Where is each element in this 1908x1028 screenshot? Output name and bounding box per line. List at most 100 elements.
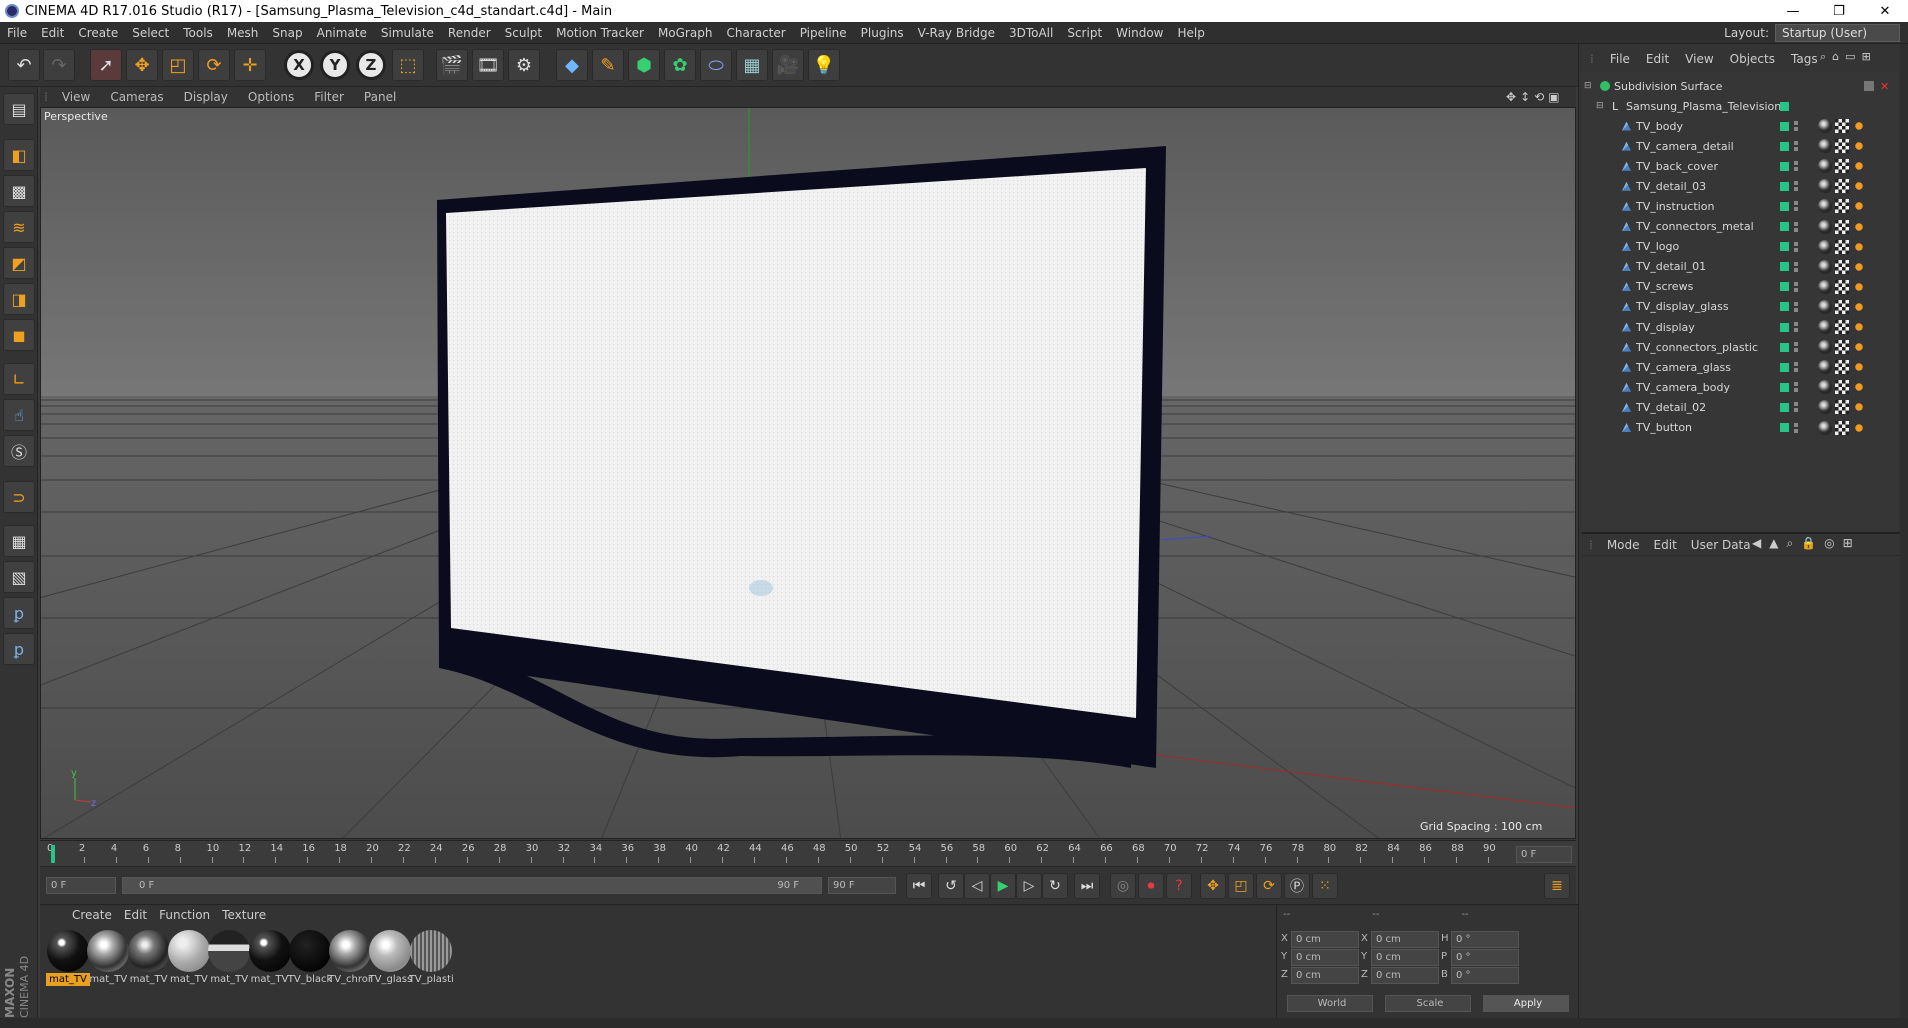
material-swatch[interactable]: mat_TV [86,929,130,987]
menu-plugins[interactable]: Plugins [854,26,911,40]
texture-tag-icon[interactable] [1835,139,1849,154]
coordinate-system-icon[interactable]: ⬚ [392,49,424,81]
texture-tag-icon[interactable] [1835,199,1849,214]
menu-window[interactable]: Window [1109,26,1170,40]
phong-tag-icon[interactable] [1852,299,1866,314]
phong-tag-icon[interactable] [1852,360,1866,375]
object-row[interactable]: TV_detail_03 [1582,176,1898,196]
menu-create[interactable]: Create [71,26,125,40]
object-row-group[interactable]: ⊟ L Samsung_Plasma_Television [1582,96,1898,116]
phong-tag-icon[interactable] [1852,400,1866,415]
coord-value-field[interactable]: 0 ° [1451,967,1519,984]
coord-value-field[interactable]: 0 cm [1291,967,1359,984]
menu-edit[interactable]: Edit [34,26,71,40]
menu-render[interactable]: Render [441,26,498,40]
timeline-playhead[interactable] [51,845,55,863]
coord-value-field[interactable]: 0 cm [1371,949,1439,966]
menu-pipeline[interactable]: Pipeline [793,26,854,40]
lock-icon[interactable]: 🔒 [1801,536,1816,551]
object-row-root[interactable]: ⊟ Subdivision Surface ✕ [1582,76,1898,96]
object-row[interactable]: TV_instruction [1582,196,1898,216]
model-mode-icon[interactable]: ◧ [3,139,35,171]
texture-tag-icon[interactable] [1835,179,1849,194]
record-active-objects-icon[interactable]: ⏺ [1138,873,1164,899]
render-toggle-icon[interactable] [1794,322,1798,332]
visibility-dot-icon[interactable] [1780,342,1789,352]
menu-file[interactable]: File [0,26,34,40]
mograph-cloner-icon[interactable]: ✿ [664,49,696,81]
y-axis-button[interactable]: Y [320,50,350,80]
go-to-start-icon[interactable]: ⏮ [906,873,932,899]
floor-icon[interactable]: ▦ [736,49,768,81]
camera-icon[interactable]: 🎥 [772,49,804,81]
object-row[interactable]: TV_logo [1582,237,1898,257]
viewport-menu-view[interactable]: View [52,90,100,104]
material-swatch[interactable]: mat_TV [127,929,171,987]
phong-tag-icon[interactable] [1852,420,1866,435]
menu-script[interactable]: Script [1060,26,1109,40]
edges-mode-icon[interactable]: ◨ [3,283,35,315]
material-tag-icon[interactable] [1818,299,1832,314]
material-tag-icon[interactable] [1818,259,1832,274]
expand-toggle-icon[interactable]: ⊟ [1596,101,1604,111]
z-axis-button[interactable]: Z [356,50,386,80]
material-tag-icon[interactable] [1818,139,1832,154]
material-menu-texture[interactable]: Texture [216,908,272,922]
viewport-menu-options[interactable]: Options [238,90,304,104]
world-dropdown[interactable]: World [1287,995,1373,1012]
menu-sculpt[interactable]: Sculpt [498,26,549,40]
phong-tag-icon[interactable] [1852,320,1866,334]
material-swatch[interactable]: mat_TV [207,929,251,987]
object-row[interactable]: TV_display_glass [1582,297,1898,317]
search-icon[interactable]: ⌕ [1820,50,1826,64]
scale-icon[interactable]: ◰ [162,49,194,81]
key-parameter-icon[interactable]: Ⓟ [1284,873,1310,899]
material-swatch[interactable]: mat_TV [248,929,292,987]
render-toggle-icon[interactable] [1794,301,1798,312]
coord-value-field[interactable]: 0 cm [1371,931,1439,948]
checkbox-icon[interactable] [1864,81,1874,91]
object-menu-objects[interactable]: Objects [1722,52,1783,66]
texture-tag-icon[interactable] [1835,279,1849,294]
dolly-icon[interactable]: ↕ [1520,90,1530,104]
texture-tag-icon[interactable] [1835,320,1849,334]
viewport-menu-cameras[interactable]: Cameras [100,90,173,104]
rotate-icon[interactable]: ⟳ [198,49,230,81]
phong-tag-icon[interactable] [1852,139,1866,154]
viewport-menu-panel[interactable]: Panel [354,90,406,104]
tweak-mode-icon[interactable]: ☝ [3,399,35,431]
frame-range-slider[interactable]: 0 F 90 F [122,877,822,894]
viewport-menu-filter[interactable]: Filter [304,90,354,104]
render-toggle-icon[interactable] [1794,161,1798,172]
attr-new-window-icon[interactable]: ⊞ [1843,536,1853,551]
render-toggle-icon[interactable] [1794,181,1798,192]
magnet-icon[interactable]: ⊃ [3,481,35,513]
record-motion-icon[interactable]: ◎ [1110,873,1136,899]
lock-workplane-icon[interactable]: ▦ [3,525,35,557]
attr-menu-mode[interactable]: Mode [1600,538,1647,552]
workplane-mode-icon[interactable]: ≋ [3,211,35,243]
object-row[interactable]: TV_connectors_metal [1582,217,1898,237]
render-toggle-icon[interactable] [1794,382,1798,393]
timeline-ruler[interactable]: 0246810121416182022242628303234363840424… [40,840,1576,866]
go-to-end-icon[interactable]: ⏭ [1074,873,1100,899]
viewport-menu-display[interactable]: Display [174,90,238,104]
material-tag-icon[interactable] [1818,239,1832,254]
key-scale-icon[interactable]: ◰ [1228,873,1254,899]
material-tag-icon[interactable] [1818,179,1832,194]
render-toggle-icon[interactable] [1794,201,1798,212]
render-toggle-icon[interactable] [1794,121,1798,131]
texture-tag-icon[interactable] [1835,259,1849,274]
texture-tag-icon[interactable] [1835,340,1849,355]
visibility-dot-icon[interactable] [1780,141,1789,151]
object-menu-view[interactable]: View [1677,52,1721,66]
texture-tag-icon[interactable] [1835,119,1849,133]
object-row[interactable]: TV_camera_body [1582,377,1898,397]
render-toggle-icon[interactable] [1794,342,1798,353]
timeline-window-icon[interactable]: ≣ [1544,873,1570,899]
texture-mode-icon[interactable]: ▩ [3,175,35,207]
restore-button[interactable]: ❐ [1816,4,1862,19]
menu-simulate[interactable]: Simulate [374,26,441,40]
visibility-dot-icon[interactable] [1780,382,1789,392]
object-menu-edit[interactable]: Edit [1638,52,1677,66]
